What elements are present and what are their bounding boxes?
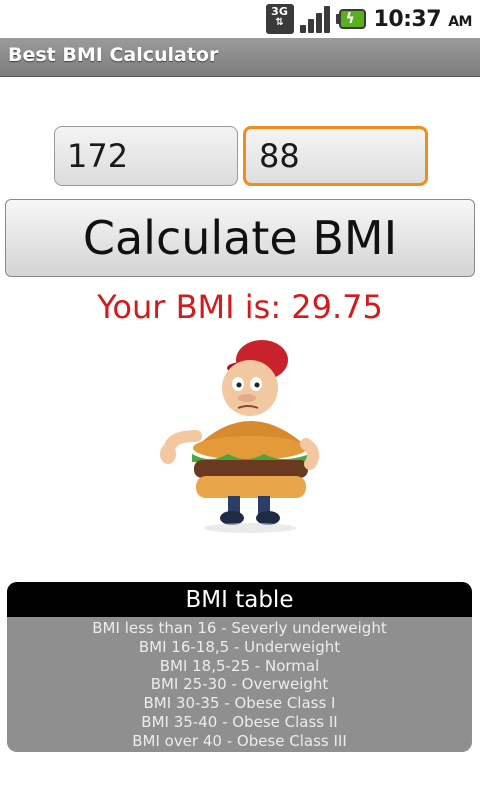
bmi-table-row: BMI 30-35 - Obese Class I xyxy=(143,694,336,713)
bmi-result-text: Your BMI is: 29.75 xyxy=(97,288,383,326)
app-title: Best BMI Calculator xyxy=(8,44,219,66)
bmi-table-row: BMI 16-18,5 - Underweight xyxy=(138,637,341,656)
bmi-table: BMI table BMI less than 16 - Severly und… xyxy=(7,582,472,752)
height-input[interactable]: 172 xyxy=(54,126,238,186)
clock-time: 10:37 xyxy=(373,6,442,32)
bmi-table-row: BMI over 40 - Obese Class III xyxy=(132,731,347,750)
app-title-bar: Best BMI Calculator xyxy=(0,38,480,77)
battery-charging-icon: ϟ xyxy=(335,8,368,30)
bmi-table-rows: BMI less than 16 - Severly underweight B… xyxy=(7,617,472,751)
bmi-table-row: BMI 25-30 - Overweight xyxy=(150,675,329,694)
bmi-table-row: BMI 35-40 - Obese Class II xyxy=(141,712,338,731)
3g-data-icon: 3G ⇅ xyxy=(265,4,294,34)
status-clock: 10:37 AM xyxy=(373,6,473,32)
clock-ampm: AM xyxy=(448,13,472,30)
weight-input[interactable]: 88 xyxy=(243,126,428,186)
calculate-bmi-button[interactable]: Calculate BMI xyxy=(5,199,475,277)
signal-strength-icon xyxy=(299,5,330,33)
status-icons: 3G ⇅ ϟ 10:37 AM xyxy=(265,0,473,38)
status-bar: 3G ⇅ ϟ 10:37 AM xyxy=(0,0,480,38)
bmi-table-row: BMI 18,5-25 - Normal xyxy=(159,656,320,675)
overweight-burger-man-thumbs-down-image xyxy=(160,340,320,533)
bmi-table-header: BMI table xyxy=(7,582,472,617)
bmi-table-row: BMI less than 16 - Severly underweight xyxy=(92,619,387,637)
